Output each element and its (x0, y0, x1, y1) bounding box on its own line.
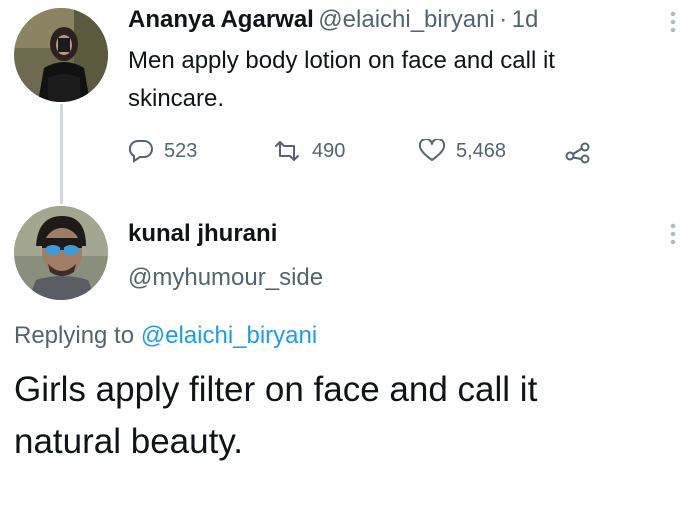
avatar[interactable] (14, 206, 108, 300)
reply-button[interactable]: 523 (128, 139, 197, 163)
retweet-button[interactable]: 490 (272, 139, 345, 163)
tweet-text-line: natural beauty. (14, 422, 243, 461)
reply-icon (128, 139, 153, 163)
thread-line (60, 104, 63, 204)
replying-label: Replying to (14, 322, 135, 349)
replying-to: Replying to @elaichi_biryani (14, 322, 317, 350)
tweet-text-line: Girls apply filter on face and call it (14, 370, 538, 409)
tweet-text: Men apply body lotion on face and call i… (128, 42, 688, 118)
tweet-text: Girls apply filter on face and call it n… (14, 364, 694, 468)
time-separator: · (499, 6, 508, 33)
share-button[interactable] (564, 140, 592, 169)
tweet-text-line: Men apply body lotion on face and call i… (128, 47, 555, 74)
tweet-header: Ananya Agarwal @elaichi_biryani · 1d (128, 6, 538, 34)
reply-count: 523 (164, 139, 198, 162)
tweet-text-line: skincare. (128, 85, 225, 112)
timestamp[interactable]: 1d (512, 6, 539, 33)
display-name[interactable]: kunal jhurani (128, 220, 277, 248)
display-name[interactable]: Ananya Agarwal (128, 6, 314, 33)
share-icon (565, 142, 590, 164)
replying-handle-link[interactable]: @elaichi_biryani (141, 322, 317, 349)
avatar[interactable] (14, 8, 108, 102)
retweet-icon (275, 141, 299, 161)
tweet-header: kunal jhurani (128, 220, 277, 248)
user-handle[interactable]: @myhumour_side (128, 264, 323, 292)
like-count: 5,468 (456, 139, 507, 162)
more-icon[interactable] (666, 10, 680, 36)
like-icon (418, 139, 446, 161)
user-handle[interactable]: @elaichi_biryani (318, 6, 494, 33)
more-icon[interactable] (666, 222, 680, 248)
retweet-count: 490 (312, 139, 346, 162)
like-button[interactable]: 5,468 (418, 139, 506, 163)
